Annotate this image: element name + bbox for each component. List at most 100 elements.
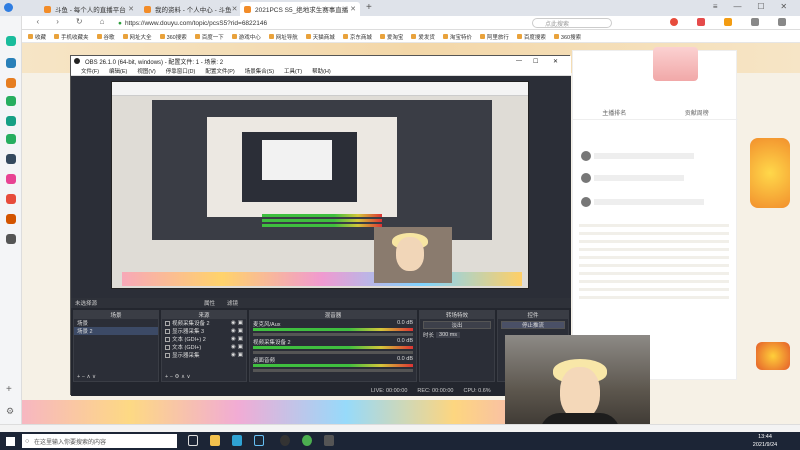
obs-menu-item[interactable]: 场景集合(S) xyxy=(245,67,274,75)
scene-item[interactable]: 场景 xyxy=(74,319,158,327)
bookmark-item[interactable]: 淘宝特价 xyxy=(442,33,472,41)
bookmark-item[interactable]: 百度搜索 xyxy=(516,33,546,41)
sidebar-add-icon[interactable]: + xyxy=(6,384,12,395)
sidebar-app-icon[interactable] xyxy=(6,36,16,46)
transition-select[interactable]: 淡出 xyxy=(423,321,491,329)
lock-icon[interactable]: ▣ xyxy=(238,352,243,358)
visibility-icon[interactable]: ◉ xyxy=(231,328,236,334)
sidebar-settings-icon[interactable]: ⚙ xyxy=(6,406,14,417)
lock-icon[interactable]: ▣ xyxy=(238,320,243,326)
sidebar-app-icon[interactable] xyxy=(6,214,16,224)
bookmark-item[interactable]: 网址大全 xyxy=(122,33,152,41)
filters-button[interactable]: 滤镜 xyxy=(227,299,238,307)
source-item[interactable]: 文本 (GDI+) 2 ◉ ▣ xyxy=(162,335,246,343)
obs-menu-item[interactable]: 工具(T) xyxy=(284,67,302,75)
new-tab-button[interactable]: + xyxy=(366,2,372,13)
taskbar-search[interactable]: ○ 在这里输入你要搜索的内容 xyxy=(22,434,177,448)
obs-menu-item[interactable]: 帮助(H) xyxy=(312,67,331,75)
lock-icon[interactable]: ▣ xyxy=(238,336,243,342)
bookmark-item[interactable]: 手机收藏夹 xyxy=(54,33,89,41)
visibility-icon[interactable]: ◉ xyxy=(231,336,236,342)
sidebar-app-icon[interactable] xyxy=(6,174,16,184)
browser-logo-icon[interactable] xyxy=(4,3,13,12)
obs-close-button[interactable]: ✕ xyxy=(553,58,558,65)
tab-close-icon[interactable]: ✕ xyxy=(232,5,238,13)
scene-controls[interactable]: + − ∧ ∨ xyxy=(74,373,99,381)
source-item[interactable]: 视频采集设备 2 ◉ ▣ xyxy=(162,319,246,327)
bookmark-item[interactable]: 网址导航 xyxy=(268,33,298,41)
source-item[interactable]: 显示器采集 ◉ ▣ xyxy=(162,351,246,359)
windows-start-icon[interactable] xyxy=(6,436,15,446)
back-icon[interactable]: ‹ xyxy=(37,17,40,29)
lock-icon[interactable]: ▣ xyxy=(238,344,243,350)
close-icon[interactable]: ✕ xyxy=(780,2,787,14)
refresh-icon[interactable]: ↻ xyxy=(76,17,83,29)
extensions-icon[interactable] xyxy=(777,18,786,26)
tab-pcs-live[interactable]: 2021PCS S5_绝地求生赛事直播 ✕ xyxy=(240,2,360,16)
source-item[interactable]: 显示器采集 3 ◉ ▣ xyxy=(162,327,246,335)
tab-profile[interactable]: 我的资料 - 个人中心 - 斗鱼 ✕ xyxy=(140,2,238,16)
home-icon[interactable]: ⌂ xyxy=(100,17,105,29)
sidebar-app-icon[interactable] xyxy=(6,96,16,106)
event-logo[interactable] xyxy=(756,342,790,370)
gift-icon[interactable] xyxy=(723,18,732,26)
steam-icon[interactable] xyxy=(254,435,264,446)
sidebar-app-icon[interactable] xyxy=(6,78,16,88)
forward-icon[interactable]: › xyxy=(56,17,59,29)
search-input[interactable]: 点此搜索 xyxy=(532,18,612,28)
sidebar-app-icon[interactable] xyxy=(6,154,16,164)
minimize-icon[interactable]: — xyxy=(733,2,741,14)
obs-menu-item[interactable]: 视图(V) xyxy=(137,67,155,75)
task-view-icon[interactable] xyxy=(188,435,198,446)
obs-menu-item[interactable]: 编辑(E) xyxy=(109,67,127,75)
bookmark-item[interactable]: 爱发货 xyxy=(411,33,435,41)
visibility-icon[interactable]: ◉ xyxy=(231,344,236,350)
tab-close-icon[interactable]: ✕ xyxy=(350,5,356,13)
obs-minimize-button[interactable]: — xyxy=(516,58,522,64)
tab-close-icon[interactable]: ✕ xyxy=(128,5,134,13)
bookmark-item[interactable]: 天猫商城 xyxy=(305,33,335,41)
sidebar-app-icon[interactable] xyxy=(6,58,16,68)
lock-icon[interactable]: ▣ xyxy=(238,328,243,334)
browser-taskbar-icon[interactable] xyxy=(302,435,312,446)
visibility-icon[interactable]: ◉ xyxy=(231,352,236,358)
bookmark-item[interactable]: 收藏 xyxy=(28,33,46,41)
bookmark-item[interactable]: 阿里旅行 xyxy=(479,33,509,41)
properties-button[interactable]: 属性 xyxy=(204,299,215,307)
taskbar-clock[interactable]: 13:44 2021/9/24 xyxy=(740,433,790,449)
file-explorer-icon[interactable] xyxy=(210,435,220,446)
source-item[interactable]: 文本 (GDI+) ◉ ▣ xyxy=(162,343,246,351)
bookmark-item[interactable]: 游戏中心 xyxy=(231,33,261,41)
volume-slider[interactable] xyxy=(253,333,413,336)
obs-menu-item[interactable]: 文件(F) xyxy=(81,67,99,75)
tab-douyu-home[interactable]: 斗鱼 - 每个人的直播平台 ✕ xyxy=(40,2,138,16)
url-field[interactable]: ● https://www.douyu.com/topic/pcsS5?rid=… xyxy=(118,18,518,28)
edge-icon[interactable] xyxy=(232,435,242,446)
bookmark-item[interactable]: 爱淘宝 xyxy=(379,33,403,41)
sidebar-app-icon[interactable] xyxy=(6,194,16,204)
gift-bar[interactable] xyxy=(22,400,562,424)
menu-icon[interactable]: ≡ xyxy=(713,2,718,14)
sidebar-app-icon[interactable] xyxy=(6,116,16,126)
obs-menu-item[interactable]: 停靠窗口(D) xyxy=(166,67,196,75)
game-icon[interactable] xyxy=(696,18,705,26)
obs-menu-item[interactable]: 配置文件(P) xyxy=(205,67,234,75)
sidebar-app-icon[interactable] xyxy=(6,134,16,144)
bookmark-item[interactable]: 360搜索 xyxy=(159,33,187,41)
volume-slider[interactable] xyxy=(253,369,413,372)
gift-rank-tab[interactable]: 贡献周榜 xyxy=(685,108,709,117)
event-badge[interactable] xyxy=(750,138,790,208)
bookmark-item[interactable]: 京东商城 xyxy=(342,33,372,41)
app-taskbar-icon[interactable] xyxy=(324,435,334,446)
volume-slider[interactable] xyxy=(253,351,413,354)
duration-input[interactable]: 300 ms xyxy=(436,332,461,338)
user-icon[interactable] xyxy=(669,18,678,26)
obs-taskbar-icon[interactable] xyxy=(280,435,290,446)
maximize-icon[interactable]: ☐ xyxy=(757,2,764,14)
bookmark-item[interactable]: 谷歌 xyxy=(96,33,115,41)
obs-maximize-button[interactable]: ☐ xyxy=(533,58,538,65)
visibility-icon[interactable]: ◉ xyxy=(231,320,236,326)
stop-stream-button[interactable]: 停止推流 xyxy=(501,321,565,329)
bookmark-item[interactable]: 百度一下 xyxy=(194,33,224,41)
source-controls[interactable]: + − ⚙ ∧ ∨ xyxy=(162,373,194,381)
